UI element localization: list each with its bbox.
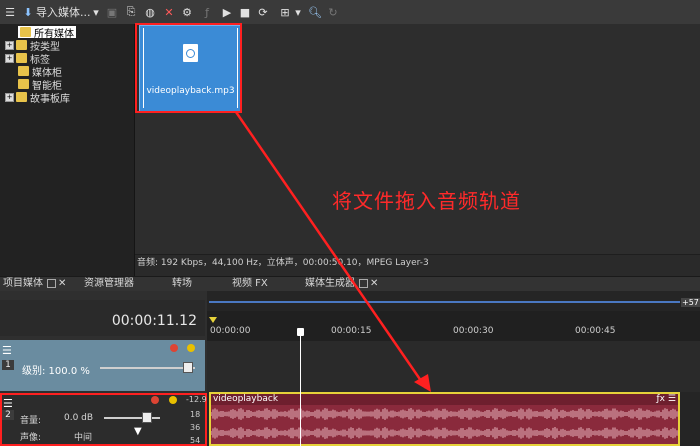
video-track-header[interactable]: ☰ 1 级别: 100.0 % [0, 340, 205, 391]
playhead-handle[interactable] [297, 328, 304, 336]
tab-video-fx[interactable]: 视频 FX [232, 277, 268, 291]
audio-waveform [211, 408, 678, 439]
fx-icon[interactable]: ƒ [200, 4, 214, 20]
folder-icon [18, 66, 29, 76]
pan-label: 声像: [20, 433, 42, 443]
event-menu-icon[interactable]: ☰ [668, 394, 676, 404]
chevron-down-icon[interactable]: ▾ [294, 4, 302, 20]
mute-icon[interactable] [170, 344, 178, 352]
tree-item-smart-bins[interactable]: 智能柜 [18, 78, 62, 92]
window-icon[interactable] [47, 278, 56, 288]
import-icon[interactable]: ⬇ [21, 4, 35, 20]
audio-file-icon [183, 44, 198, 62]
media-fx-icon[interactable]: ◍ [143, 4, 157, 20]
window-icon[interactable] [359, 278, 368, 288]
auto-preview-icon[interactable]: ⟳ [256, 4, 270, 20]
ruler-label: 00:00:30 [453, 326, 494, 336]
close-icon[interactable]: ✕ [58, 278, 66, 289]
tab-label: 项目媒体 [3, 278, 43, 289]
menu-icon[interactable]: ☰ [3, 4, 17, 20]
time-offset-label: +57 [681, 298, 700, 307]
search-icon[interactable]: 🔍︎ [308, 4, 322, 20]
waveform-channel [211, 427, 678, 439]
ruler-label: 00:00:15 [331, 326, 372, 336]
clip-frame [143, 28, 238, 108]
pan-value: 中间 [74, 433, 93, 443]
view-icon[interactable]: ⊞ [278, 4, 292, 20]
volume-label: 音量: [20, 416, 42, 426]
track-number: 2 [2, 410, 14, 420]
tab-transitions[interactable]: 转场 [172, 277, 192, 291]
volume-value: 0.0 dB [64, 413, 94, 423]
track-menu-icon[interactable]: ☰ [3, 397, 13, 410]
waveform-channel [211, 408, 678, 420]
stop-icon[interactable]: ■ [238, 4, 252, 20]
db-mark: 36 [190, 423, 201, 432]
ruler-label: 00:00:45 [575, 326, 616, 336]
media-status-text: 音频: 192 Kbps，44,100 Hz，立体声，00:00:50.10，M… [135, 254, 700, 276]
time-ruler[interactable]: 00:00:00 00:00:15 00:00:30 00:00:45 [207, 311, 700, 342]
folder-icon [16, 53, 27, 63]
toolbar: ☰ ⬇ 导入媒体... ▾ ▣ ⎘ ◍ ✕ ⚙ ƒ ▶ ■ ⟳ ⊞ ▾ 🔍︎ ↻ [0, 0, 700, 25]
folder-icon [16, 92, 27, 102]
audio-event[interactable]: videoplayback ƒx ☰ [209, 392, 680, 446]
media-tree: 所有媒体 + 按类型 + 标签 媒体柜 智能柜 + 故事板库 [0, 24, 135, 276]
tree-item-tags[interactable]: + 标签 [5, 52, 50, 66]
clip-name: videoplayback.mp3 [146, 86, 235, 96]
tree-item-label: 故事板库 [30, 93, 70, 105]
ruler-label: 00:00:00 [210, 326, 251, 336]
playhead-line[interactable] [300, 333, 301, 446]
folder-icon [20, 27, 31, 37]
mute-icon[interactable] [151, 396, 159, 404]
folder-icon [18, 79, 29, 89]
get-media-icon[interactable]: ⎘ [124, 4, 138, 20]
timecode-display: 00:00:11.12 [0, 300, 205, 336]
annotation-text: 将文件拖入音频轨道 [332, 189, 521, 213]
marker-icon [209, 317, 217, 323]
tab-bar: 项目媒体 ✕ 资源管理器 转场 视频 FX 媒体生成器 ✕ [0, 276, 700, 292]
gear-icon[interactable]: ⚙ [180, 4, 194, 20]
expand-icon[interactable]: + [5, 92, 14, 102]
audio-track-header[interactable]: ☰ 2 音量: 0.0 dB 声像: 中间 ▼ [0, 393, 207, 446]
tree-item-storyboard[interactable]: + 故事板库 [5, 91, 70, 105]
loop-region-bar[interactable] [209, 301, 680, 303]
expand-icon[interactable]: + [5, 40, 14, 50]
play-icon[interactable]: ▶ [220, 4, 234, 20]
pan-dropdown-icon[interactable]: ▼ [134, 426, 142, 437]
db-mark: 54 [190, 436, 201, 445]
media-clip-tile[interactable]: videoplayback.mp3 [139, 25, 242, 113]
tree-item-by-type[interactable]: + 按类型 [5, 39, 60, 53]
event-fx-icon[interactable]: ƒx [657, 394, 666, 404]
capture-icon[interactable]: ▣ [105, 4, 119, 20]
db-mark: -12.9 [186, 395, 207, 404]
chevron-down-icon[interactable]: ▾ [92, 4, 100, 20]
level-label: 级别: 100.0 % [22, 366, 90, 377]
close-icon[interactable]: ✕ [370, 278, 378, 289]
level-slider-thumb[interactable] [183, 362, 193, 373]
tab-label: 媒体生成器 [305, 278, 355, 289]
db-mark: 18 [190, 410, 201, 419]
remove-icon[interactable]: ✕ [162, 4, 176, 20]
level-slider[interactable] [100, 367, 195, 369]
tab-media-generators[interactable]: 媒体生成器 ✕ [305, 277, 378, 291]
track-number: 1 [2, 360, 14, 370]
refresh-icon[interactable]: ↻ [326, 4, 340, 20]
expand-icon[interactable]: + [5, 53, 14, 63]
import-media-button[interactable]: 导入媒体... [36, 4, 94, 20]
tab-project-media[interactable]: 项目媒体 ✕ [3, 277, 66, 291]
video-track-lane[interactable] [207, 341, 700, 392]
solo-icon[interactable] [187, 344, 195, 352]
tab-explorer[interactable]: 资源管理器 [84, 277, 134, 291]
solo-icon[interactable] [169, 396, 177, 404]
tree-item-all-media[interactable]: 所有媒体 [18, 26, 76, 40]
audio-event-title: videoplayback [211, 394, 678, 405]
tree-item-bins[interactable]: 媒体柜 [18, 65, 62, 79]
volume-slider-thumb[interactable] [142, 412, 152, 423]
track-menu-icon[interactable]: ☰ [2, 344, 12, 357]
folder-icon [16, 40, 27, 50]
